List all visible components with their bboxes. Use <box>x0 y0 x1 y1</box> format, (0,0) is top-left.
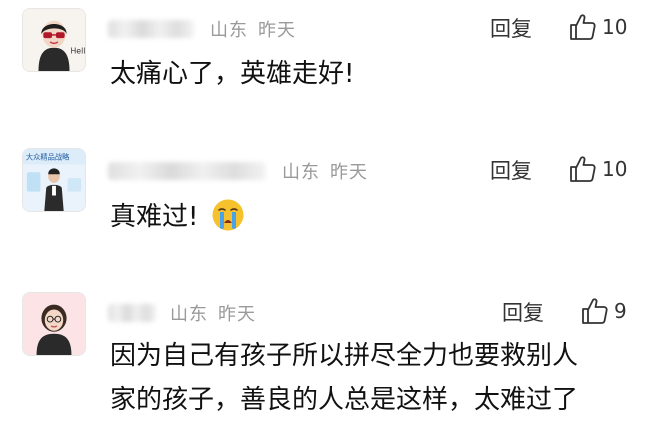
reply-button[interactable]: 回复 <box>490 155 532 185</box>
timestamp: 昨天 <box>330 162 368 183</box>
avatar-image: Hello <box>23 9 85 71</box>
thumbs-up-icon <box>582 298 608 324</box>
timestamp: 昨天 <box>218 304 256 325</box>
timestamp: 昨天 <box>258 20 296 41</box>
thumbs-up-icon <box>570 156 596 182</box>
comment-item: 山东 昨天 回复 9 因为自己有孩子所以拼尽全力也要救别人 家的孩子，善良的人总是… <box>0 284 660 430</box>
location-label: 山东 <box>170 304 208 325</box>
location-label: 山东 <box>282 162 320 183</box>
comment-text-row: 真难过! <box>110 196 245 238</box>
thumbs-up-icon <box>570 14 596 40</box>
comment-meta: 山东 昨天 <box>210 16 296 42</box>
location-label: 山东 <box>210 20 248 41</box>
avatar[interactable]: Hello <box>22 8 86 72</box>
like-count: 9 <box>614 299 627 323</box>
comment-text: 太痛心了，英雄走好! <box>110 59 355 89</box>
reply-button[interactable]: 回复 <box>502 297 544 327</box>
comment-meta: 山东 昨天 <box>170 300 256 326</box>
comment-meta: 山东 昨天 <box>282 158 368 184</box>
username-redacted[interactable] <box>108 20 194 38</box>
comment-text-line-1: 因为自己有孩子所以拼尽全力也要救别人 <box>110 341 579 371</box>
username-redacted[interactable] <box>108 304 156 322</box>
avatar-caption: 大众精品战略 <box>26 153 70 162</box>
like-button[interactable]: 10 <box>568 12 627 42</box>
comment-text-line-2: 家的孩子，善良的人总是这样，太难过了 <box>110 385 579 415</box>
comment-item: Hello 山东昨天 回复 10 太痛心了，英雄走好! <box>0 0 660 120</box>
like-button[interactable]: 10 <box>568 154 627 184</box>
avatar-image: 大众精品战略 <box>23 149 85 211</box>
avatar-image <box>23 293 85 355</box>
like-count: 10 <box>602 157 628 181</box>
like-button[interactable]: 9 <box>580 296 627 326</box>
comment-item: 大众精品战略 山东 昨天 回复 10 真难过! <box>0 140 660 270</box>
comment-text: 真难过! <box>110 202 199 232</box>
like-count: 10 <box>602 15 628 39</box>
username-redacted[interactable] <box>108 162 266 180</box>
avatar[interactable]: 大众精品战略 <box>22 148 86 212</box>
avatar[interactable] <box>22 292 86 356</box>
reply-button[interactable]: 回复 <box>490 13 532 43</box>
avatar-badge-text: Hello <box>70 47 85 56</box>
crying-face-icon <box>212 199 244 230</box>
